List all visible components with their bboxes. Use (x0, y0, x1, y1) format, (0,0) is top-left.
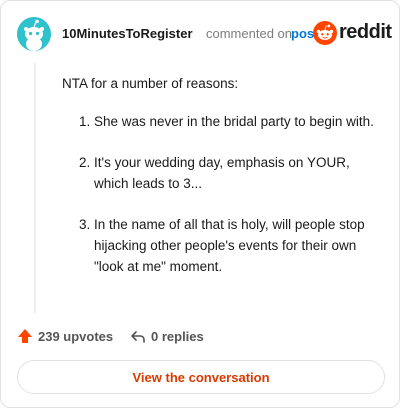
comment-body: NTA for a number of reasons: She was nev… (62, 73, 384, 277)
reddit-wordmark: reddit (339, 21, 392, 43)
reasons-list: She was never in the bridal party to beg… (62, 111, 384, 277)
username[interactable]: 10MinutesToRegister (62, 26, 193, 41)
upvote-count[interactable]: 239 upvotes (38, 329, 113, 344)
view-conversation-button[interactable]: View the conversation (17, 360, 385, 394)
snoo-avatar-icon[interactable] (17, 17, 51, 51)
comment-intro: NTA for a number of reasons: (62, 76, 239, 91)
reply-count[interactable]: 0 replies (151, 329, 204, 344)
thread-line (34, 63, 36, 313)
reddit-logo[interactable]: reddit (313, 19, 392, 47)
list-item: In the name of all that is holy, will pe… (94, 214, 384, 277)
list-item: She was never in the bridal party to beg… (94, 111, 384, 132)
reply-arrow-icon[interactable] (130, 329, 146, 345)
comment-embed-card: 10MinutesToRegister commented on post re… (0, 0, 400, 408)
list-item: It's your wedding day, emphasis on YOUR,… (94, 152, 384, 194)
comment-actions: 239 upvotes 0 replies (17, 327, 385, 347)
comment-header: 10MinutesToRegister commented on post re… (17, 17, 392, 51)
reddit-logo-icon (313, 21, 337, 45)
commented-on-text: commented on (206, 26, 292, 41)
upvote-arrow-icon[interactable] (17, 328, 33, 344)
